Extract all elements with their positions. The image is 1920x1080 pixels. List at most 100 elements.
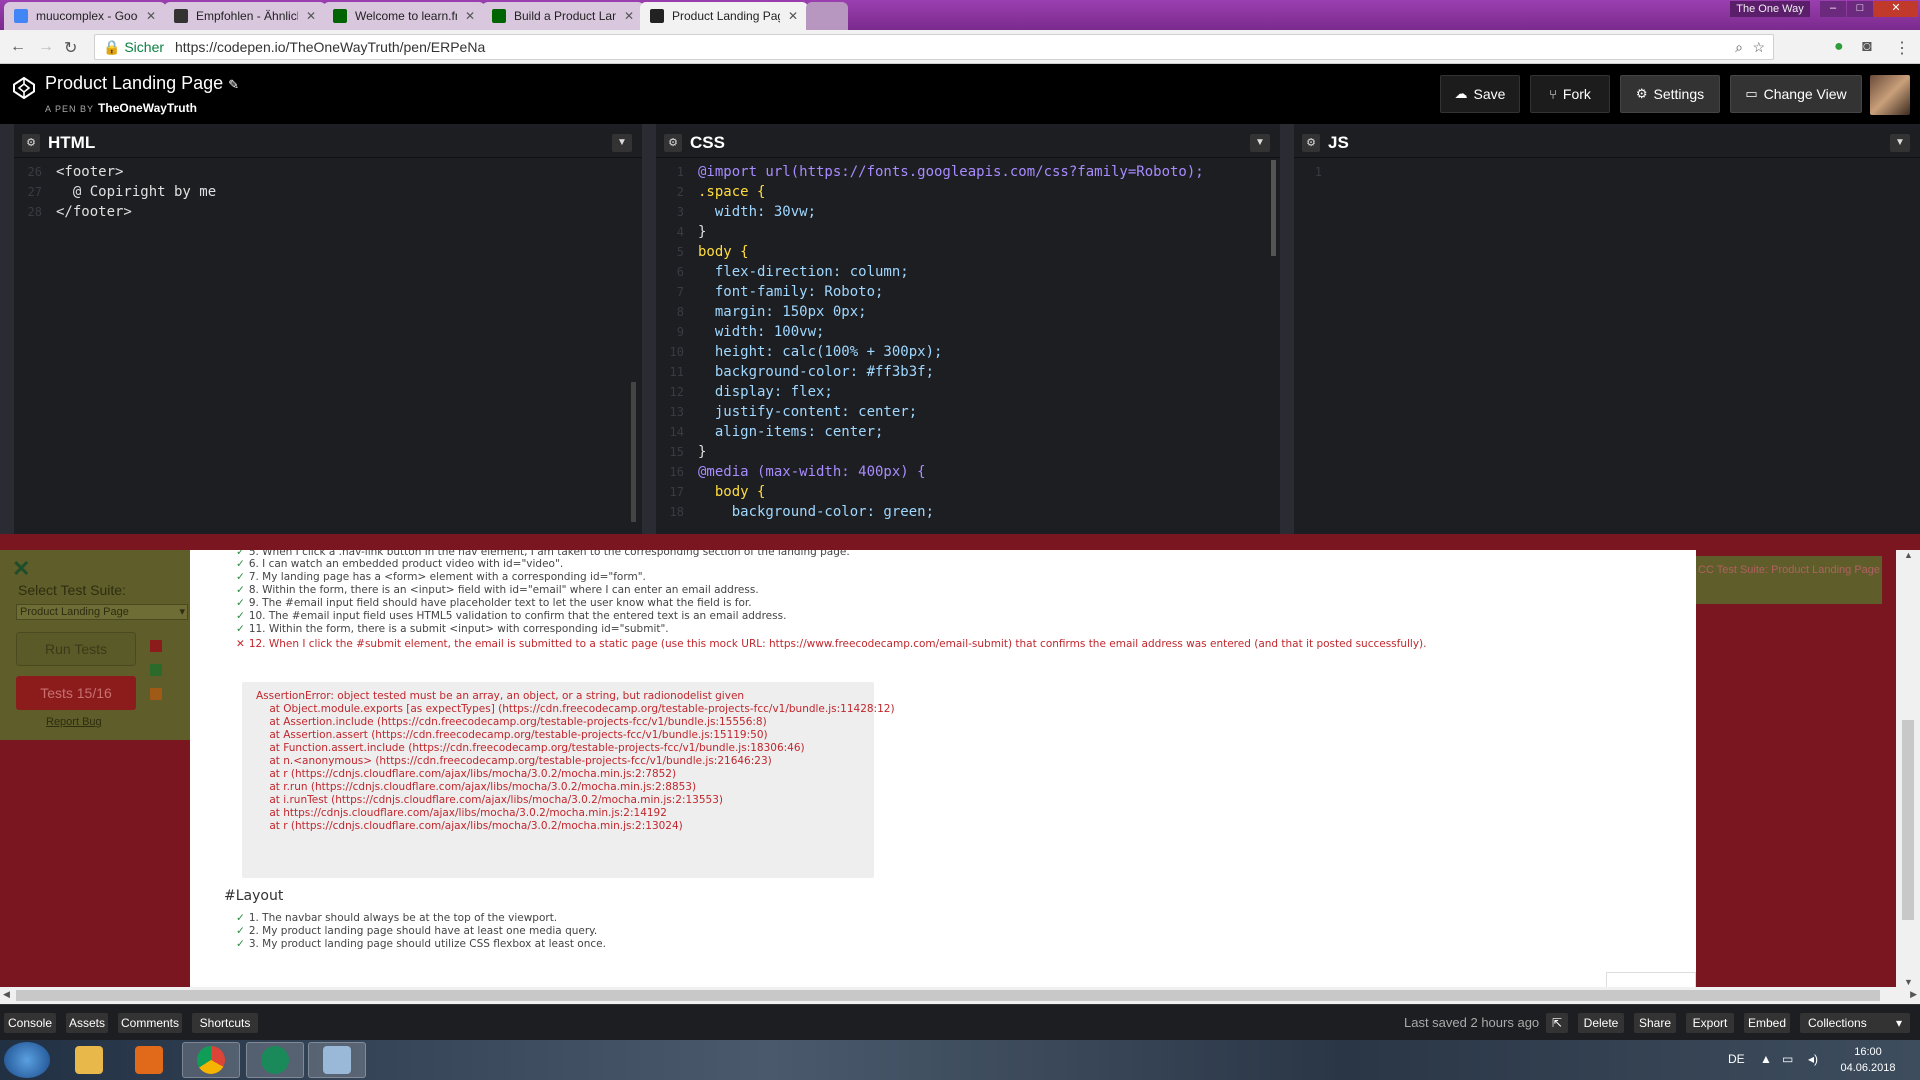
run-tests-button[interactable]: Run Tests xyxy=(16,632,136,666)
shortcuts-button[interactable]: Shortcuts xyxy=(192,1013,258,1033)
report-bug-link[interactable]: Report Bug xyxy=(46,716,102,728)
code-line[interactable]: 12 display: flex; xyxy=(656,382,1280,402)
chevron-down-icon[interactable]: ▼ xyxy=(612,134,632,152)
change-view-button[interactable]: ▭ Change View xyxy=(1730,75,1862,113)
html-code[interactable]: 26 <footer> 27 @ Copiright by me 28 </footer… xyxy=(14,162,642,534)
export-button[interactable]: Export xyxy=(1686,1013,1734,1033)
chevron-down-icon[interactable]: ▼ xyxy=(1250,134,1270,152)
close-icon[interactable]: ✕ xyxy=(624,9,634,23)
close-window-icon[interactable]: ✕ xyxy=(1874,1,1918,17)
code-line[interactable]: 1 @import url(https://fonts.googleapis.co… xyxy=(656,162,1280,182)
browser-tab[interactable]: Empfohlen - Ähnliches - ✕ xyxy=(164,2,326,30)
taskbar-media-player[interactable] xyxy=(120,1042,178,1078)
scrollbar-thumb[interactable] xyxy=(1902,720,1914,920)
comments-button[interactable]: Comments xyxy=(118,1013,182,1033)
tray-expand-icon[interactable]: ▲ xyxy=(1760,1052,1772,1066)
browser-tab[interactable]: Build a Product Landing ✕ xyxy=(482,2,644,30)
back-icon[interactable]: ← xyxy=(10,38,26,56)
tests-status-button[interactable]: Tests 15/16 xyxy=(16,676,136,710)
camera-icon[interactable]: ◙ xyxy=(1862,38,1872,56)
close-icon[interactable]: ✕ xyxy=(788,9,798,23)
js-editor[interactable]: ⚙ JS ▼ 1 xyxy=(1294,128,1920,534)
code-line[interactable]: 11 background-color: #ff3b3f; xyxy=(656,362,1280,382)
collections-button[interactable]: Collections ▾ xyxy=(1800,1013,1910,1033)
editor-scrollbar[interactable] xyxy=(631,382,636,522)
console-button[interactable]: Console xyxy=(4,1013,56,1033)
share-button[interactable]: Share xyxy=(1634,1013,1676,1033)
profile-badge[interactable]: The One Way xyxy=(1730,1,1810,17)
assets-button[interactable]: Assets xyxy=(66,1013,108,1033)
code-line[interactable]: 14 align-items: center; xyxy=(656,422,1280,442)
menu-icon[interactable]: ⋮ xyxy=(1894,38,1910,58)
code-line[interactable]: 9 width: 100vw; xyxy=(656,322,1280,342)
js-code[interactable]: 1 xyxy=(1294,162,1920,534)
author-link[interactable]: TheOneWayTruth xyxy=(98,101,197,115)
code-line[interactable]: 8 margin: 150px 0px; xyxy=(656,302,1280,322)
delete-button[interactable]: Delete xyxy=(1578,1013,1624,1033)
taskbar-explorer[interactable] xyxy=(60,1042,118,1078)
address-bar[interactable]: 🔒 Sicher https://codepen.io/TheOneWayTru… xyxy=(94,34,1774,60)
system-clock[interactable]: 16:00 04.06.2018 xyxy=(1838,1044,1898,1076)
close-icon[interactable]: ✕ xyxy=(12,556,30,582)
scrollbar-thumb[interactable] xyxy=(16,990,1880,1001)
gear-icon[interactable]: ⚙ xyxy=(1302,133,1320,152)
gear-icon[interactable]: ⚙ xyxy=(664,133,682,152)
scroll-left-icon[interactable]: ◀ xyxy=(3,989,10,1000)
browser-tab[interactable]: muucomplex - Google-S ✕ xyxy=(4,2,166,30)
scroll-up-icon[interactable]: ▲ xyxy=(1904,550,1913,560)
code-line[interactable]: 27 @ Copiright by me xyxy=(14,182,642,202)
code-line[interactable]: 2 .space { xyxy=(656,182,1280,202)
minimize-icon[interactable]: – xyxy=(1820,1,1846,17)
code-line[interactable]: 13 justify-content: center; xyxy=(656,402,1280,422)
editor-resizer[interactable] xyxy=(1280,124,1294,534)
close-icon[interactable]: ✕ xyxy=(465,9,475,23)
code-line[interactable]: 4} xyxy=(656,222,1280,242)
edit-pencil-icon[interactable]: ✎ xyxy=(228,77,239,92)
scroll-down-icon[interactable]: ▼ xyxy=(1904,977,1913,987)
browser-tab[interactable]: Welcome to learn.freeCo ✕ xyxy=(323,2,485,30)
code-line[interactable]: 18 background-color: green; xyxy=(656,502,1280,522)
test-suite-select[interactable]: Product Landing Page ▾ xyxy=(16,604,188,620)
save-button[interactable]: ☁ Save xyxy=(1440,75,1520,113)
codepen-logo-icon[interactable] xyxy=(12,76,36,100)
code-line[interactable]: 6 flex-direction: column; xyxy=(656,262,1280,282)
avatar[interactable] xyxy=(1870,75,1910,115)
taskbar-app[interactable] xyxy=(308,1042,366,1078)
code-line[interactable]: 7 font-family: Roboto; xyxy=(656,282,1280,302)
code-line[interactable]: 26 <footer> xyxy=(14,162,642,182)
reload-icon[interactable]: ↻ xyxy=(64,38,77,58)
editor-resizer[interactable] xyxy=(642,124,656,534)
code-line[interactable]: 16 @media (max-width: 400px) { xyxy=(656,462,1280,482)
code-line[interactable]: 1 xyxy=(1294,162,1920,182)
close-icon[interactable]: ✕ xyxy=(146,9,156,23)
zoom-icon[interactable]: ⌕ xyxy=(1735,35,1743,59)
taskbar-chrome[interactable] xyxy=(182,1042,240,1078)
taskbar-atom[interactable] xyxy=(246,1042,304,1078)
css-editor[interactable]: ⚙ CSS ▼ 1 @import url(https://fonts.googl… xyxy=(656,128,1280,534)
language-indicator[interactable]: DE xyxy=(1728,1052,1745,1066)
pen-title[interactable]: Product Landing Page ✎ xyxy=(45,73,239,94)
gear-icon[interactable]: ⚙ xyxy=(22,133,40,152)
external-link-icon[interactable]: ⇱ xyxy=(1546,1013,1568,1033)
extension-icon[interactable]: ● xyxy=(1834,38,1844,56)
star-icon[interactable]: ☆ xyxy=(1752,35,1765,59)
fork-button[interactable]: ⑂ Fork xyxy=(1530,75,1610,113)
chevron-down-icon[interactable]: ▼ xyxy=(1890,134,1910,152)
new-tab-button[interactable] xyxy=(806,2,848,30)
editor-scrollbar[interactable] xyxy=(1271,160,1276,256)
forward-icon[interactable]: → xyxy=(38,38,54,56)
code-line[interactable]: 17 body { xyxy=(656,482,1280,502)
css-code[interactable]: 1 @import url(https://fonts.googleapis.co… xyxy=(656,162,1280,534)
code-line[interactable]: 3 width: 30vw; xyxy=(656,202,1280,222)
close-icon[interactable]: ✕ xyxy=(306,9,316,23)
embed-button[interactable]: Embed xyxy=(1744,1013,1790,1033)
browser-tab-active[interactable]: Product Landing Page ✕ xyxy=(640,2,808,30)
code-line[interactable]: 15} xyxy=(656,442,1280,462)
scroll-right-icon[interactable]: ▶ xyxy=(1910,989,1917,1000)
network-icon[interactable]: ▭ xyxy=(1782,1052,1793,1066)
maximize-icon[interactable]: □ xyxy=(1847,1,1873,17)
horizontal-scrollbar[interactable]: ◀ ▶ xyxy=(0,987,1920,1004)
settings-button[interactable]: ⚙ Settings xyxy=(1620,75,1720,113)
code-line[interactable]: 28 </footer> xyxy=(14,202,642,222)
vertical-scrollbar[interactable]: ▲ ▼ xyxy=(1896,550,1920,987)
